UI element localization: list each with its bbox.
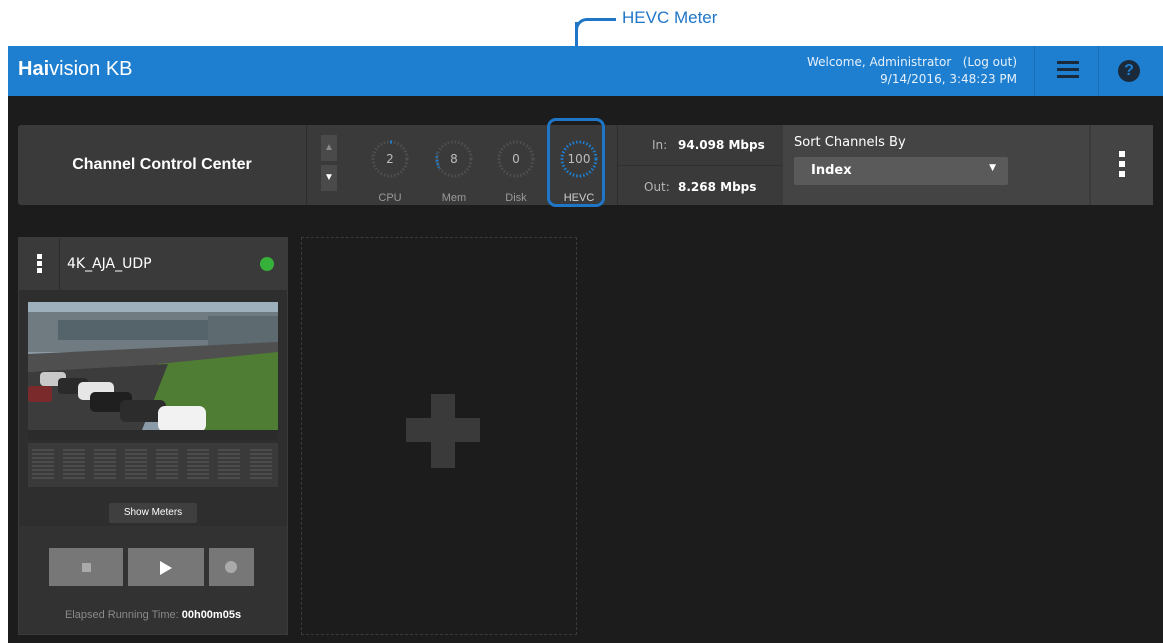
- sort-selected-value: Index: [811, 163, 852, 178]
- datetime: 9/14/2016, 3:48:23 PM: [880, 72, 1017, 86]
- hamburger-icon[interactable]: [1057, 61, 1079, 79]
- show-meters-button[interactable]: Show Meters: [109, 503, 197, 523]
- elapsed-value: 00h00m05s: [181, 609, 242, 621]
- scroll-up-button[interactable]: ▲: [321, 135, 337, 161]
- disk-gauge-value: 0: [512, 152, 520, 166]
- channel-card-header: 4K_AJA_UDP: [19, 238, 287, 290]
- scroll-down-button[interactable]: ▼: [321, 165, 337, 191]
- more-options-button[interactable]: [1091, 125, 1153, 205]
- elapsed-label: Elapsed Running Time:: [64, 609, 179, 621]
- add-channel-slot[interactable]: [301, 237, 577, 635]
- record-button[interactable]: [209, 548, 254, 586]
- video-preview[interactable]: [28, 302, 278, 440]
- disk-gauge: 0: [496, 139, 536, 179]
- audio-meters: [28, 443, 278, 487]
- cpu-gauge-label: CPU: [378, 192, 402, 204]
- channel-card: 4K_AJA_UDP Show Meters Elapsed Running T…: [18, 237, 288, 635]
- page-title: Channel Control Center: [72, 156, 252, 173]
- brand-bold: Hai: [18, 58, 50, 80]
- disk-gauge-label: Disk: [505, 192, 527, 204]
- status-indicator: [260, 257, 274, 271]
- elapsed-time: Elapsed Running Time: 00h00m05s: [19, 609, 287, 621]
- welcome-text: Welcome, Administrator: [806, 55, 952, 69]
- divider: [618, 165, 782, 166]
- logout-link[interactable]: (Log out): [963, 55, 1017, 69]
- play-button[interactable]: [128, 548, 204, 586]
- mem-gauge: 8: [434, 139, 474, 179]
- cpu-gauge: 2: [370, 139, 410, 179]
- stop-button[interactable]: [49, 548, 123, 586]
- callout-line: [588, 18, 616, 21]
- divider: [1098, 46, 1099, 96]
- divider: [306, 125, 307, 205]
- sort-select[interactable]: Index ▼: [794, 157, 1008, 185]
- welcome-block: Welcome, Administrator (Log out) 9/14/20…: [807, 54, 1017, 88]
- cpu-gauge-value: 2: [386, 152, 394, 166]
- record-icon: [225, 561, 237, 573]
- brand-rest: vision KB: [49, 58, 133, 80]
- callout-label: HEVC Meter: [622, 8, 718, 27]
- channel-menu-button[interactable]: [19, 238, 60, 290]
- help-icon[interactable]: ?: [1118, 60, 1140, 82]
- divider: [1034, 46, 1035, 96]
- sort-panel: Sort Channels By Index ▼: [783, 125, 1089, 205]
- bitrate-out-value: 8.268 Mbps: [678, 180, 757, 194]
- plus-icon: [431, 394, 455, 468]
- bitrate-out-label: Out:: [644, 180, 670, 194]
- bitrate-in-value: 94.098 Mbps: [678, 138, 765, 152]
- brand-logo: Haivision KB: [18, 58, 133, 81]
- bitrate-in-label: In:: [652, 138, 668, 152]
- kebab-icon: [1119, 151, 1125, 181]
- mem-gauge-label: Mem: [441, 192, 467, 204]
- mem-gauge-value: 8: [450, 152, 458, 166]
- play-icon: [160, 561, 172, 575]
- playback-controls: Elapsed Running Time: 00h00m05s: [19, 526, 287, 634]
- top-bar: Haivision KB Welcome, Administrator (Log…: [8, 46, 1163, 96]
- channel-name: 4K_AJA_UDP: [67, 256, 152, 272]
- stop-icon: [82, 563, 91, 572]
- callout-highlight-box: [547, 118, 605, 207]
- sort-title: Sort Channels By: [794, 135, 906, 150]
- chevron-down-icon: ▼: [989, 163, 996, 173]
